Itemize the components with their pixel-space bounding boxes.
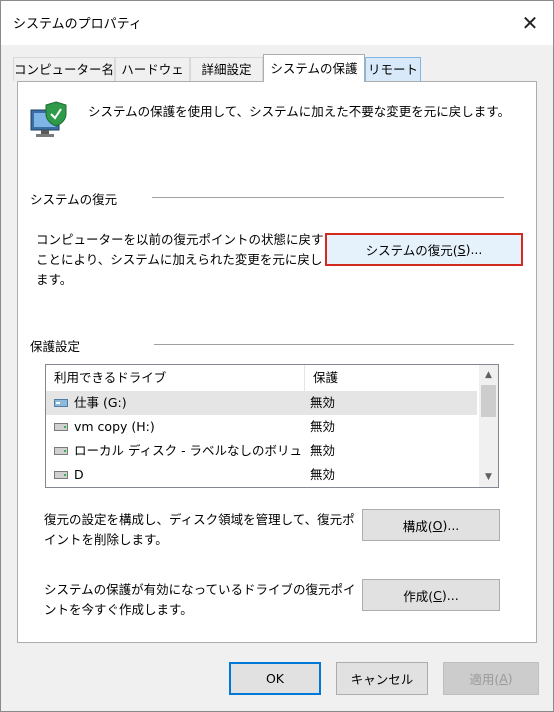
drive-name: vm copy (H:) (74, 419, 155, 434)
disk-drive-icon (54, 447, 68, 455)
tab-advanced[interactable]: 詳細設定 (190, 57, 263, 81)
configure-access-key: O (432, 517, 443, 533)
intro-text: システムの保護を使用して、システムに加えた不要な変更を元に戻します。 (88, 104, 511, 119)
protection-section-divider (154, 344, 514, 345)
scroll-down-icon[interactable]: ▼ (479, 469, 498, 485)
drive-list[interactable]: 利用できるドライブ 保護 仕事 (G:) 無効 vm copy (H:) 無効 (45, 364, 499, 488)
ok-button[interactable]: OK (229, 662, 321, 695)
tab-hardware[interactable]: ハードウェア (115, 57, 190, 101)
system-restore-label-suffix: )... (465, 242, 483, 257)
column-header-drives[interactable]: 利用できるドライブ (46, 365, 304, 391)
configure-label-suffix: )... (442, 517, 460, 533)
restore-description: コンピューターを以前の復元ポイントの状態に戻すことにより、システムに加えられた変… (36, 232, 324, 287)
system-restore-button[interactable]: システムの復元(S)... (325, 233, 523, 266)
restore-section-divider (152, 197, 504, 198)
drive-row[interactable]: D 無効 (46, 463, 477, 487)
drive-status: 無効 (310, 443, 336, 458)
drive-name: 仕事 (G:) (74, 395, 127, 410)
scroll-thumb[interactable] (481, 385, 496, 417)
drive-row[interactable]: 仕事 (G:) 無効 (46, 391, 477, 415)
drive-status: 無効 (310, 395, 336, 410)
system-protection-icon (30, 101, 67, 137)
drive-list-header: 利用できるドライブ 保護 (46, 365, 477, 392)
tab-remote[interactable]: リモート (365, 57, 421, 81)
system-protection-panel: システムの保護を使用して、システムに加えた不要な変更を元に戻します。 システムの… (17, 81, 537, 643)
configure-button[interactable]: 構成(O)... (362, 509, 500, 541)
system-properties-window: システムのプロパティ ✕ コンピューター名 ハードウェア 詳細設定 システムの保… (0, 0, 554, 712)
configure-description: 復元の設定を構成し、ディスク領域を管理して、復元ポイントを削除します。 (44, 512, 355, 547)
protection-section-title: 保護設定 (30, 339, 81, 354)
create-label-prefix: 作成( (403, 588, 434, 604)
disk-drive-icon (54, 423, 68, 431)
drive-name: ローカル ディスク - ラベルなしのボリュー... (74, 443, 302, 458)
apply-button[interactable]: 適用(A) (443, 662, 539, 695)
drive-row[interactable]: vm copy (H:) 無効 (46, 415, 477, 439)
apply-access-key: A (499, 671, 508, 686)
drive-status: 無効 (310, 467, 336, 482)
tab-computer-name[interactable]: コンピューター名 (13, 57, 115, 81)
tab-system-protection[interactable]: システムの保護 (263, 54, 365, 82)
close-icon[interactable]: ✕ (507, 1, 553, 45)
system-restore-access-key: S (457, 242, 466, 257)
create-description: システムの保護が有効になっているドライブの復元ポイントを今すぐ作成します。 (44, 582, 356, 617)
usb-drive-icon (54, 399, 68, 407)
system-restore-label-prefix: システムの復元( (365, 243, 458, 258)
configure-label-prefix: 構成( (402, 518, 433, 534)
drive-name: D (74, 467, 84, 482)
apply-label-prefix: 適用( (469, 672, 500, 687)
create-access-key: C (433, 587, 442, 603)
title-bar: システムのプロパティ ✕ (1, 1, 553, 45)
create-button[interactable]: 作成(C)... (362, 579, 500, 611)
create-label-suffix: )... (441, 587, 459, 603)
drive-status: 無効 (310, 419, 336, 434)
scroll-up-icon[interactable]: ▲ (479, 367, 498, 383)
drive-list-scrollbar[interactable]: ▲ ▼ (479, 365, 498, 487)
apply-label-suffix: ) (507, 671, 513, 686)
cancel-button[interactable]: キャンセル (336, 662, 428, 695)
disk-drive-icon (54, 471, 68, 479)
window-title: システムのプロパティ (13, 17, 142, 32)
column-header-protection[interactable]: 保護 (305, 365, 477, 391)
drive-row[interactable]: ローカル ディスク - ラベルなしのボリュー... 無効 (46, 439, 477, 463)
restore-section-title: システムの復元 (30, 192, 118, 207)
